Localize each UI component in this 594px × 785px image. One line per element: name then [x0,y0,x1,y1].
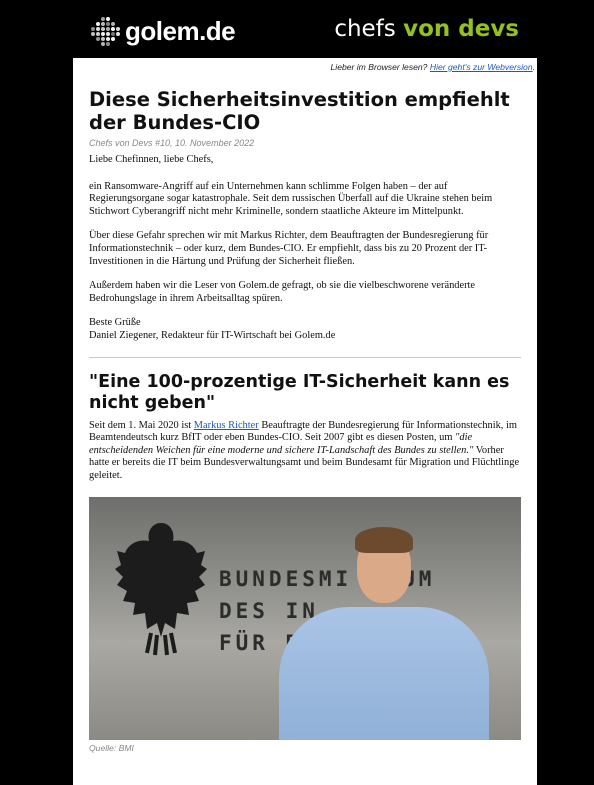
webversion-link[interactable]: Hier geht's zur Webversion [430,62,533,72]
newsletter-frame: golem.de chefs von devs Lieber im Browse… [73,4,537,785]
browser-line-text: Lieber im Browser lesen? [331,62,428,72]
survey-paragraph: Außerdem haben wir die Leser von Golem.d… [89,280,521,305]
interview-paragraph: Über diese Gefahr sprechen wir mit Marku… [89,230,521,268]
article-title: Diese Sicherheitsinvestition empfiehlt d… [89,88,521,134]
main-content: Diese Sicherheitsinvestition empfiehlt d… [73,88,537,753]
brand-prefix: chefs [334,16,395,42]
signoff-author: Daniel Ziegener, Redakteur für IT-Wirtsc… [89,330,335,341]
article-photo[interactable]: BUNDESMI RIUM DES IN FÜR B [89,497,521,740]
person-hair [355,527,413,553]
header-bar: golem.de chefs von devs [73,4,537,58]
greeting: Liebe Chefinnen, liebe Chefs, [89,154,521,167]
section-title: "Eine 100-prozentige IT-Sicherheit kann … [89,372,521,414]
markus-richter-link[interactable]: Markus Richter [194,420,259,431]
person-shirt [279,607,489,740]
golem-logo[interactable]: golem.de [91,16,235,47]
chefs-von-devs-brand: chefs von devs [334,16,519,42]
intro-paragraph: ein Ransomware-Angriff auf ein Unternehm… [89,181,521,219]
golem-dots-icon [91,17,121,47]
section-divider [89,357,521,358]
issue-meta: Chefs von Devs #10, 10. November 2022 [89,138,521,148]
browser-version-line: Lieber im Browser lesen? Hier geht's zur… [73,58,537,76]
brand-suffix: von devs [403,16,519,42]
federal-eagle-icon [111,513,211,663]
wall-text-line-2: DES IN [219,599,319,623]
section-text-pre: Seit dem 1. Mai 2020 ist [89,420,194,431]
image-caption: Quelle: BMI [89,743,521,753]
signoff: Beste Grüße Daniel Ziegener, Redakteur f… [89,317,521,342]
section-paragraph: Seit dem 1. Mai 2020 ist Markus Richter … [89,420,521,483]
signoff-greeting: Beste Grüße [89,317,141,328]
logo-text: golem.de [125,16,235,47]
